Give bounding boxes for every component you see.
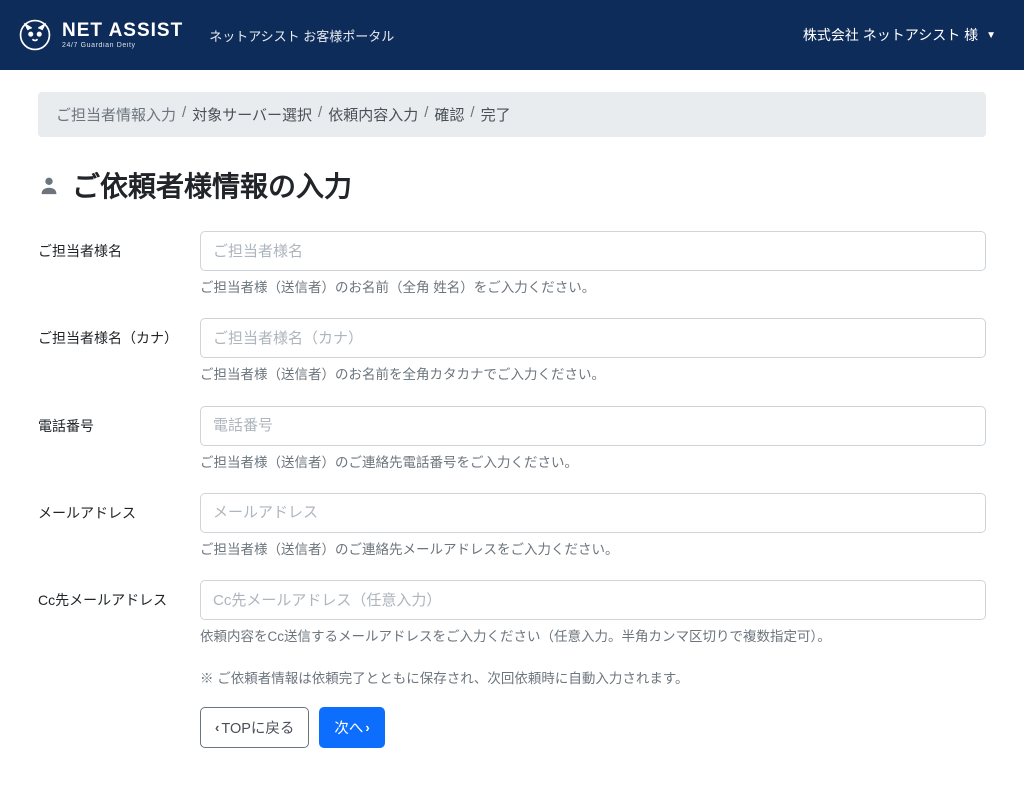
- navbar-subtitle: ネットアシスト お客様ポータル: [209, 26, 394, 45]
- breadcrumb-step-4: 確認: [434, 104, 464, 125]
- page-title-row: ご依頼者様情報の入力: [38, 165, 986, 205]
- phone-input[interactable]: [200, 406, 986, 446]
- logo-subtext: 24/7 Guardian Deity: [62, 42, 183, 49]
- breadcrumb-step-5: 完了: [481, 104, 511, 125]
- help-name: ご担当者様（送信者）のお名前（全角 姓名）をご入力ください。: [200, 278, 986, 298]
- breadcrumb-sep: /: [182, 104, 186, 125]
- help-cc: 依頼内容をCc送信するメールアドレスをご入力ください（任意入力。半角カンマ区切り…: [200, 627, 986, 647]
- next-button[interactable]: 次へ ›: [319, 707, 384, 748]
- next-label: 次へ: [334, 717, 363, 738]
- breadcrumb-sep: /: [318, 104, 322, 125]
- breadcrumb-step-2: 対象サーバー選択: [192, 104, 312, 125]
- email-input[interactable]: [200, 493, 986, 533]
- form-note: ※ ご依頼者情報は依頼完了とともに保存され、次回依頼時に自動入力されます。: [200, 667, 986, 687]
- back-button[interactable]: ‹ TOPに戻る: [200, 707, 309, 748]
- logo-text: NET ASSIST: [62, 21, 183, 40]
- back-label: TOPに戻る: [221, 717, 294, 738]
- breadcrumb-sep: /: [470, 104, 474, 125]
- cat-logo-icon: [18, 18, 52, 52]
- label-name-kana: ご担当者様名（カナ）: [38, 318, 200, 349]
- label-cc: Cc先メールアドレス: [38, 580, 200, 611]
- help-name-kana: ご担当者様（送信者）のお名前を全角カタカナでご入力ください。: [200, 365, 986, 385]
- breadcrumb-step-1: ご担当者情報入力: [56, 104, 176, 125]
- help-phone: ご担当者様（送信者）のご連絡先電話番号をご入力ください。: [200, 453, 986, 473]
- label-phone: 電話番号: [38, 406, 200, 437]
- breadcrumb: ご担当者情報入力 / 対象サーバー選択 / 依頼内容入力 / 確認 / 完了: [38, 92, 986, 137]
- chevron-right-icon: ›: [365, 720, 369, 735]
- person-icon: [38, 174, 60, 196]
- name-kana-input[interactable]: [200, 318, 986, 358]
- navbar: NET ASSIST 24/7 Guardian Deity ネットアシスト お…: [0, 0, 1024, 70]
- chevron-left-icon: ‹: [215, 720, 219, 735]
- user-menu[interactable]: 株式会社 ネットアシスト 様 ▼: [793, 19, 1006, 51]
- breadcrumb-sep: /: [424, 104, 428, 125]
- label-email: メールアドレス: [38, 493, 200, 524]
- cc-input[interactable]: [200, 580, 986, 620]
- user-label: 株式会社 ネットアシスト 様: [803, 25, 978, 45]
- name-input[interactable]: [200, 231, 986, 271]
- label-name: ご担当者様名: [38, 231, 200, 262]
- help-email: ご担当者様（送信者）のご連絡先メールアドレスをご入力ください。: [200, 540, 986, 560]
- page-title: ご依頼者様情報の入力: [72, 165, 352, 205]
- logo[interactable]: NET ASSIST 24/7 Guardian Deity: [18, 18, 183, 52]
- caret-down-icon: ▼: [986, 30, 996, 41]
- breadcrumb-step-3: 依頼内容入力: [328, 104, 418, 125]
